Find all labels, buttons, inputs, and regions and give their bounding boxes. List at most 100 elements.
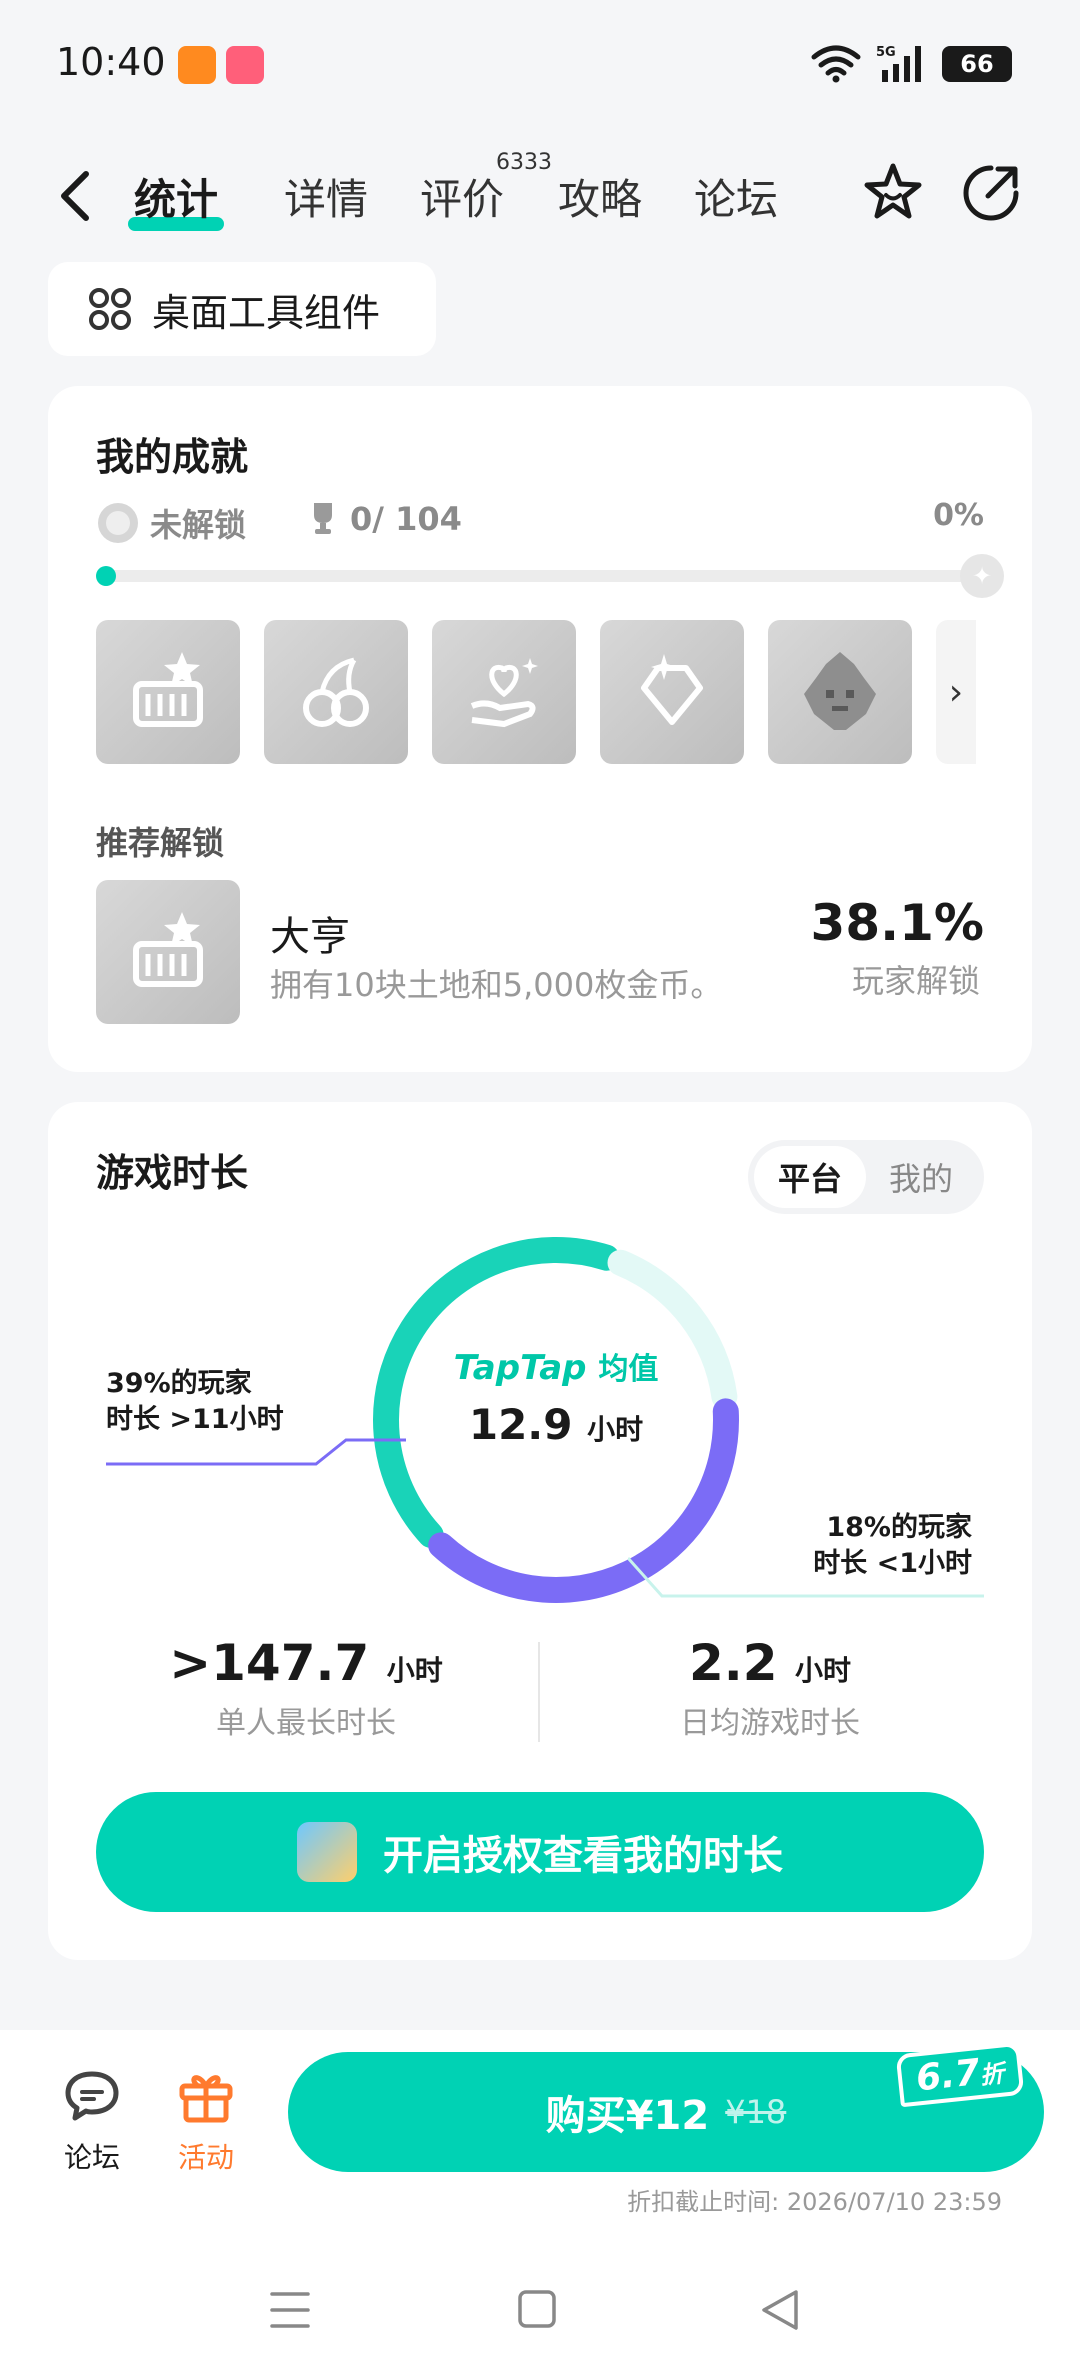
annotation-right-leader-line [628, 1556, 984, 1598]
wifi-icon [811, 45, 861, 83]
authorize-playtime-button[interactable]: 开启授权查看我的时长 [96, 1792, 984, 1912]
back-triangle-icon[interactable] [762, 2290, 798, 2330]
achievement-percent: 0% [933, 498, 984, 533]
notification-app-icon [226, 46, 264, 84]
building-stars-icon [133, 652, 203, 727]
daily-playtime-value: 2.2 小时 [560, 1634, 980, 1692]
achievements-meta: 未解锁 0/ 104 0% [96, 496, 984, 546]
tab-guides[interactable]: 攻略 [558, 166, 642, 227]
building-stars-icon [133, 912, 203, 987]
unlock-status-label: 未解锁 [150, 506, 247, 544]
authorize-button-label: 开启授权查看我的时长 [383, 1833, 783, 1879]
back-arrow-icon[interactable] [56, 168, 96, 224]
taptap-average-label: TapTap 均值 [428, 1344, 684, 1388]
max-playtime-label: 单人最长时长 [216, 1706, 396, 1741]
achievement-badge[interactable] [264, 620, 408, 764]
stat-unit: 小时 [386, 1654, 443, 1687]
tab-reviews[interactable]: 评价 [420, 166, 504, 227]
status-bar: 10:40 5G 66 [0, 0, 1080, 130]
game-thumbnail-icon [297, 1822, 357, 1882]
locked-medal-icon [98, 503, 138, 543]
tab-details[interactable]: 详情 [284, 166, 368, 227]
achievements-title: 我的成就 [96, 435, 249, 479]
widget-button-label: 桌面工具组件 [152, 290, 381, 335]
tab-label: 详情 [284, 175, 369, 224]
achievement-badge[interactable] [768, 620, 912, 764]
stat-number: >147.7 [169, 1634, 370, 1692]
review-count: 6333 [496, 150, 552, 175]
achievement-count-label: 0/ 104 [350, 500, 462, 538]
achievement-count: 0/ 104 [308, 500, 462, 538]
forum-label: 论坛 [63, 2141, 120, 2174]
daily-playtime-stat: 2.2 小时 日均游戏时长 [560, 1634, 980, 1742]
clock: 10:40 [56, 40, 166, 84]
activity-label: 活动 [177, 2141, 234, 2174]
tab-label: 论坛 [694, 175, 779, 224]
rock-face-icon [804, 652, 876, 730]
forum-button[interactable]: 论坛 [52, 2068, 132, 2176]
gem-sparkle-icon [641, 654, 703, 725]
progress-start-dot [96, 566, 116, 586]
tab-label: 评价 [420, 175, 505, 224]
svg-text:5G: 5G [876, 45, 896, 60]
system-navigation-bar [270, 2290, 798, 2330]
achievement-badge[interactable] [96, 620, 240, 764]
home-icon[interactable] [518, 2290, 556, 2328]
share-icon[interactable] [958, 160, 1024, 226]
progress-end-sparkle-icon: ✦ [960, 554, 1004, 598]
tab-forum[interactable]: 论坛 [694, 166, 778, 227]
annotation-long-playtime: 39%的玩家 时长 >11小时 [106, 1366, 284, 1438]
recommend-name: 大亨 [270, 914, 350, 960]
recommend-description: 拥有10块土地和5,000枚金币。 [270, 966, 723, 1004]
max-playtime-value: >147.7 小时 [96, 1634, 516, 1692]
annotation-line: 39%的玩家 [106, 1368, 252, 1399]
brand-name: TapTap [453, 1348, 587, 1388]
achievement-badges: › [96, 620, 1032, 764]
achievements-card: 我的成就 未解锁 0/ 104 0% ✦ › 推荐解锁 大亨 拥有10块土地和5… [48, 386, 1032, 1072]
tab-stats[interactable]: 统计 [128, 166, 225, 231]
favorite-star-icon[interactable] [860, 160, 926, 226]
achievement-badge[interactable] [432, 620, 576, 764]
menu-icon[interactable] [270, 2292, 310, 2328]
discount-unit: 折 [978, 2059, 1006, 2090]
average-unit: 小时 [587, 1413, 644, 1446]
discount-deadline: 折扣截止时间: 2026/07/10 23:59 [627, 2188, 1002, 2216]
achievement-badge[interactable] [600, 620, 744, 764]
trophy-icon [314, 503, 332, 534]
stat-unit: 小时 [794, 1654, 851, 1687]
brand-sub: 均值 [598, 1352, 659, 1387]
buy-price: 购买¥12 [545, 2093, 710, 2139]
discount-value: 6.7 [914, 2052, 983, 2100]
unlock-status: 未解锁 [96, 500, 246, 546]
desktop-widget-button[interactable]: 桌面工具组件 [48, 262, 436, 356]
segment-mine[interactable]: 我的 [866, 1146, 976, 1208]
original-price: ¥18 [725, 2093, 787, 2131]
average-value: 12.9 [468, 1400, 573, 1449]
cellular-signal-icon: 5G [876, 45, 921, 82]
cherries-icon [303, 657, 369, 727]
more-achievements-chevron-icon[interactable]: › [936, 620, 976, 764]
chat-bubble-icon [65, 2071, 119, 2121]
buy-button[interactable]: 购买¥12 ¥18 6.7折 [288, 2041, 1044, 2172]
battery-icon: 66 [942, 46, 1012, 82]
average-playtime: 12.9 小时 [428, 1400, 684, 1449]
daily-playtime-label: 日均游戏时长 [680, 1706, 860, 1741]
widget-grid-icon [89, 288, 131, 330]
stat-divider [538, 1642, 540, 1742]
hand-heart-icon [470, 658, 538, 728]
segment-platform[interactable]: 平台 [754, 1146, 866, 1208]
playtime-card: 游戏时长 平台 我的 TapTap 均值 12.9 小时 39%的玩家 时长 >… [48, 1102, 1032, 1960]
recommend-badge[interactable] [96, 880, 240, 1024]
recommend-title: 推荐解锁 [96, 824, 225, 862]
tab-label: 统计 [134, 175, 219, 224]
max-playtime-stat: >147.7 小时 单人最长时长 [96, 1634, 516, 1742]
top-nav: 统计 详情 评价 6333 攻略 论坛 [0, 150, 1080, 240]
stat-number: 2.2 [688, 1634, 778, 1692]
gift-icon [179, 2075, 233, 2123]
donut-center: TapTap 均值 12.9 小时 [428, 1344, 684, 1449]
status-icons: 5G 66 [810, 44, 1012, 84]
activity-button[interactable]: 活动 [166, 2068, 246, 2176]
recommend-unlock-label: 玩家解锁 [851, 962, 980, 1000]
tab-label: 攻略 [558, 175, 643, 224]
annotation-left-leader-line [106, 1438, 406, 1466]
